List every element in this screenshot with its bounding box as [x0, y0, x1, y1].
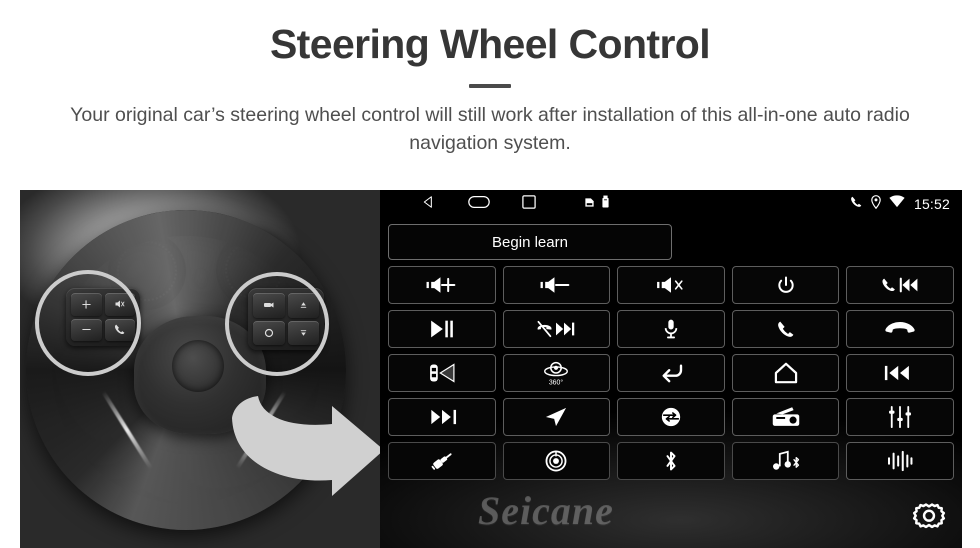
disc-button[interactable] [502, 442, 611, 480]
equalizer-button[interactable] [846, 398, 954, 436]
airbag-center [172, 340, 224, 392]
function-button-grid: 360° [388, 266, 954, 480]
volume-up-button[interactable] [388, 266, 496, 304]
phone-icon [849, 195, 863, 214]
steering-wheel-photo [20, 190, 380, 548]
status-indicators: 15:52 [849, 194, 950, 214]
power-button[interactable] [731, 266, 840, 304]
wifi-icon [889, 195, 905, 213]
next-track-button[interactable] [388, 398, 496, 436]
recents-icon[interactable] [522, 194, 536, 214]
content-panel: 15:52 Begin learn 360° Seicane [20, 190, 962, 548]
aux-usb-button[interactable] [388, 442, 496, 480]
location-pin-icon [870, 194, 882, 214]
usb-icon [602, 195, 609, 213]
begin-learn-label: Begin learn [492, 233, 568, 251]
page-title: Steering Wheel Control [269, 21, 711, 67]
source-switch-button[interactable] [617, 398, 725, 436]
navigation-bar [422, 194, 609, 214]
voice-mic-button[interactable] [617, 310, 725, 348]
home-icon[interactable] [468, 195, 490, 214]
play-pause-button[interactable] [388, 310, 496, 348]
previous-track-button[interactable] [846, 354, 954, 392]
parking-sensor-button[interactable] [388, 354, 496, 392]
hangup-next-button[interactable] [502, 310, 611, 348]
storage-indicators [584, 195, 609, 213]
title-divider [469, 84, 511, 89]
svg-text:360°: 360° [549, 378, 564, 386]
page-subtitle: Your original car’s steering wheel contr… [70, 104, 910, 154]
head-unit-screen: 15:52 Begin learn 360° Seicane [380, 190, 962, 548]
status-bar-clock: 15:52 [913, 196, 950, 212]
volume-down-button[interactable] [502, 266, 611, 304]
highlight-circle-left [35, 270, 141, 376]
bluetooth-music-button[interactable] [731, 442, 840, 480]
radio-button[interactable] [731, 398, 840, 436]
home-button[interactable] [731, 354, 840, 392]
mute-button[interactable] [617, 266, 725, 304]
highlight-circle-right [225, 272, 329, 376]
back-button[interactable] [617, 354, 725, 392]
camera-360-button[interactable]: 360° [502, 354, 611, 392]
end-call-button[interactable] [846, 310, 954, 348]
bluetooth-button[interactable] [617, 442, 725, 480]
sd-card-icon [584, 195, 595, 213]
voice-wave-button[interactable] [846, 442, 954, 480]
navigation-button[interactable] [502, 398, 611, 436]
settings-gear-icon[interactable] [910, 497, 948, 540]
begin-learn-button[interactable]: Begin learn [388, 224, 672, 260]
call-previous-button[interactable] [846, 266, 954, 304]
back-icon[interactable] [422, 195, 436, 214]
answer-call-button[interactable] [731, 310, 840, 348]
brand-watermark: Seicane [478, 488, 614, 533]
page-header: Steering Wheel Control Your original car… [0, 0, 980, 157]
android-status-bar: 15:52 [380, 190, 962, 218]
